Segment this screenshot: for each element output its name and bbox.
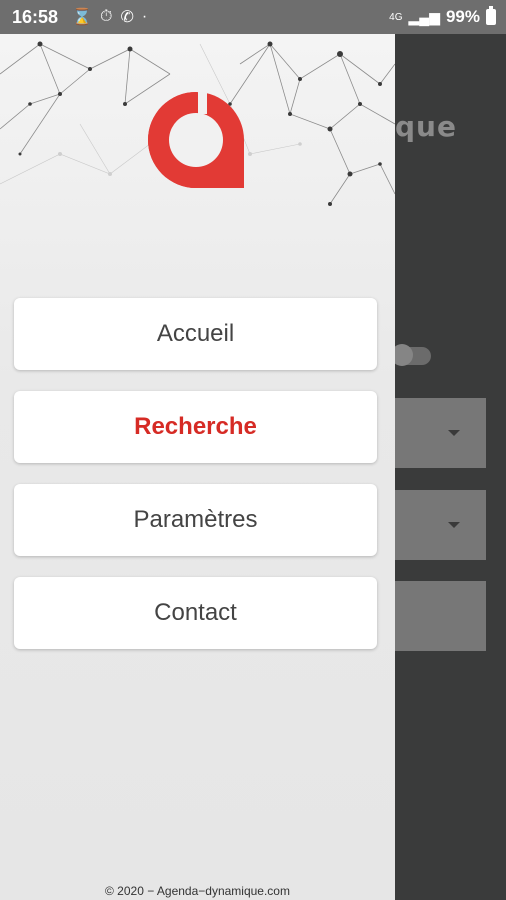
hourglass-icon: ⌛ <box>72 9 92 26</box>
whatsapp-icon: ✆ <box>120 9 134 26</box>
background-toggle <box>395 344 431 366</box>
background-dropdown-1 <box>395 398 486 468</box>
status-right: 4G ▂▄▆ 99% <box>389 6 496 27</box>
battery-icon <box>486 6 496 25</box>
network-indicator: 4G <box>389 11 403 23</box>
drawer-menu: Accueil Recherche Paramètres Contact <box>14 298 377 670</box>
signal-icon: ▂▄▆ <box>408 8 440 25</box>
navigation-drawer: Accueil Recherche Paramètres Contact © 2… <box>0 34 395 900</box>
battery-percent: 99% <box>445 7 480 26</box>
menu-item-recherche[interactable]: Recherche <box>14 391 377 463</box>
background-app: que <box>395 34 506 900</box>
status-icons: ⌛ ⏱ ✆ · <box>72 7 147 27</box>
status-bar: 16:58 ⌛ ⏱ ✆ · 4G ▂▄▆ 99% <box>0 0 506 34</box>
chevron-down-icon <box>448 522 460 528</box>
menu-item-contact[interactable]: Contact <box>14 577 377 649</box>
status-time: 16:58 <box>12 6 59 27</box>
copyright-footer: © 2020 − Agenda−dynamique.com <box>105 884 290 898</box>
background-input <box>395 581 486 651</box>
menu-item-accueil[interactable]: Accueil <box>14 298 377 370</box>
app-logo <box>148 92 244 188</box>
chevron-down-icon <box>448 430 460 436</box>
stopwatch-icon: ⏱ <box>99 8 113 25</box>
background-title: que <box>395 110 457 143</box>
menu-item-parametres[interactable]: Paramètres <box>14 484 377 556</box>
dot-icon: · <box>141 8 148 25</box>
background-dropdown-2 <box>395 490 486 560</box>
